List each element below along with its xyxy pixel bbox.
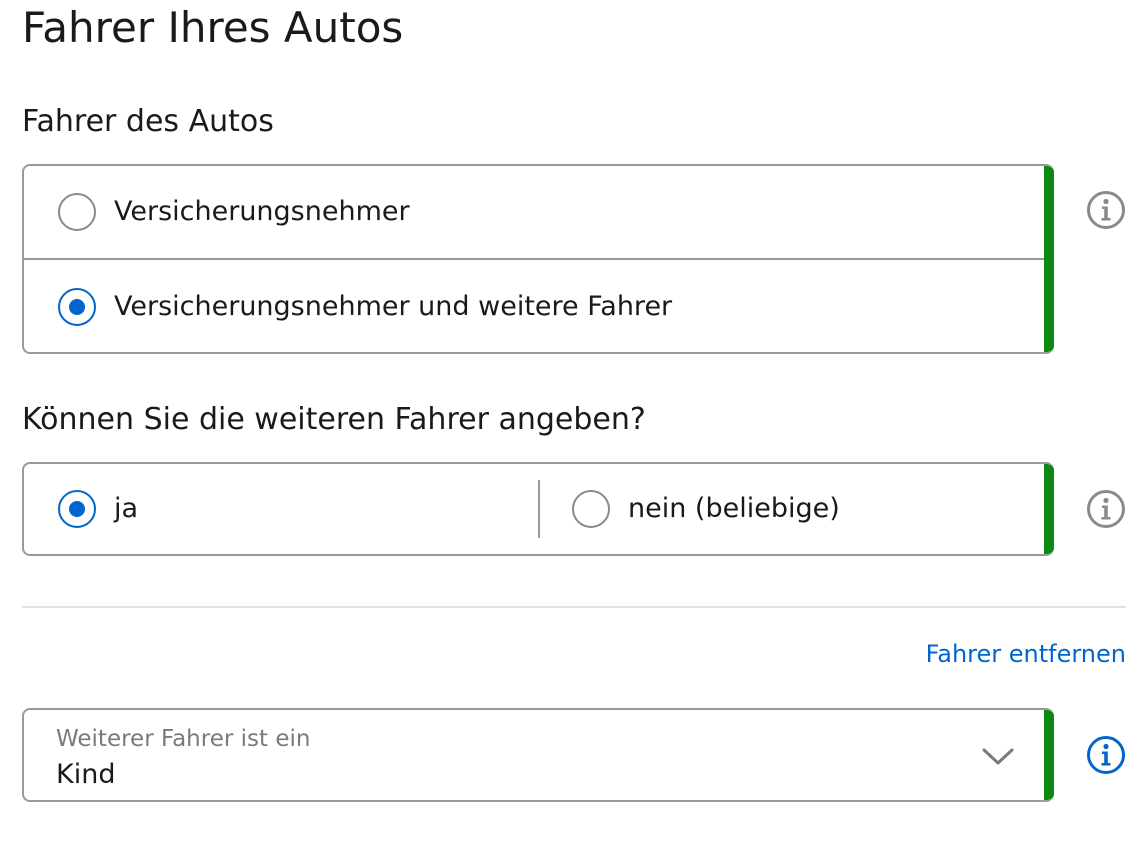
radio-option-label: Versicherungsnehmer und weitere Fahrer <box>114 291 673 322</box>
radio-button-checked[interactable] <box>58 490 96 528</box>
driver-section-label: Fahrer des Autos <box>22 104 274 139</box>
radio-option-label: nein (beliebige) <box>628 493 840 524</box>
driver-type-select[interactable]: Weiterer Fahrer ist ein Kind <box>22 708 1054 802</box>
radio-option-nein[interactable]: nein (beliebige) <box>540 464 1054 554</box>
remove-driver-link[interactable]: Fahrer entfernen <box>926 638 1126 670</box>
chevron-down-icon <box>982 748 1014 765</box>
more-drivers-section-label: Können Sie die weiteren Fahrer angeben? <box>22 402 646 437</box>
radio-option-versicherungsnehmer[interactable]: Versicherungsnehmer <box>24 166 1054 260</box>
radio-option-versicherungsnehmer-und-weitere[interactable]: Versicherungsnehmer und weitere Fahrer <box>24 260 1054 352</box>
more-drivers-radio-group: ja nein (beliebige) <box>22 462 1054 556</box>
radio-button-unchecked[interactable] <box>58 193 96 231</box>
valid-indicator-bar <box>1044 464 1054 554</box>
info-icon[interactable] <box>1086 735 1126 775</box>
radio-button-checked[interactable] <box>58 288 96 326</box>
radio-option-ja[interactable]: ja <box>24 464 538 554</box>
radio-button-unchecked[interactable] <box>572 490 610 528</box>
section-divider <box>22 606 1126 608</box>
select-label: Weiterer Fahrer ist ein <box>56 726 311 752</box>
valid-indicator-bar <box>1044 710 1054 800</box>
select-value: Kind <box>56 759 116 790</box>
driver-radio-group: Versicherungsnehmer Versicherungsnehmer … <box>22 164 1054 354</box>
radio-option-label: ja <box>114 493 139 524</box>
info-icon[interactable] <box>1086 489 1126 529</box>
radio-option-label: Versicherungsnehmer <box>114 196 410 227</box>
info-icon[interactable] <box>1086 190 1126 230</box>
valid-indicator-bar <box>1044 166 1054 352</box>
page-title: Fahrer Ihres Autos <box>22 3 404 52</box>
